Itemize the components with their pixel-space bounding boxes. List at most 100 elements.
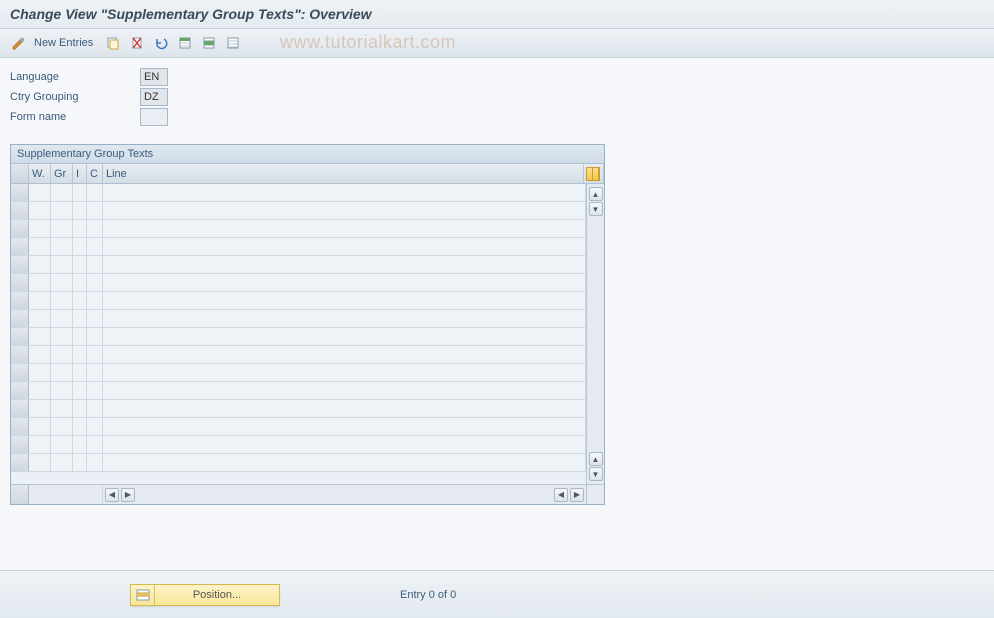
cell-c[interactable] — [87, 364, 103, 381]
cell-c[interactable] — [87, 184, 103, 201]
table-row[interactable] — [11, 346, 586, 364]
table-row[interactable] — [11, 382, 586, 400]
cell-w[interactable] — [29, 184, 51, 201]
cell-c[interactable] — [87, 382, 103, 399]
table-row[interactable] — [11, 202, 586, 220]
table-row[interactable] — [11, 436, 586, 454]
toggle-display-change-icon[interactable] — [8, 33, 28, 53]
cell-i[interactable] — [73, 310, 87, 327]
cell-i[interactable] — [73, 238, 87, 255]
row-selector[interactable] — [11, 202, 29, 219]
cell-line[interactable] — [103, 292, 586, 309]
cell-w[interactable] — [29, 292, 51, 309]
cell-c[interactable] — [87, 346, 103, 363]
vertical-scrollbar[interactable]: ▲ ▼ ▲ ▼ — [586, 184, 604, 484]
table-row[interactable] — [11, 400, 586, 418]
cell-i[interactable] — [73, 346, 87, 363]
scroll-left-icon[interactable]: ◀ — [105, 488, 119, 502]
col-selector[interactable] — [11, 164, 29, 183]
scroll-left-small-icon[interactable]: ◀ — [554, 488, 568, 502]
cell-gr[interactable] — [51, 292, 73, 309]
cell-i[interactable] — [73, 256, 87, 273]
cell-gr[interactable] — [51, 220, 73, 237]
col-gr[interactable]: Gr — [51, 164, 73, 183]
row-selector[interactable] — [11, 400, 29, 417]
row-selector[interactable] — [11, 418, 29, 435]
cell-line[interactable] — [103, 238, 586, 255]
cell-gr[interactable] — [51, 328, 73, 345]
cell-w[interactable] — [29, 454, 51, 471]
cell-c[interactable] — [87, 220, 103, 237]
table-row[interactable] — [11, 454, 586, 472]
select-all-icon[interactable] — [175, 33, 195, 53]
cell-gr[interactable] — [51, 256, 73, 273]
table-row[interactable] — [11, 220, 586, 238]
scroll-right-small-icon[interactable]: ▶ — [121, 488, 135, 502]
scroll-down-icon[interactable]: ▼ — [589, 467, 603, 481]
row-selector[interactable] — [11, 346, 29, 363]
cell-gr[interactable] — [51, 202, 73, 219]
cell-i[interactable] — [73, 400, 87, 417]
cell-c[interactable] — [87, 274, 103, 291]
language-field[interactable] — [140, 68, 168, 86]
scroll-up-icon[interactable]: ▲ — [589, 187, 603, 201]
cell-i[interactable] — [73, 364, 87, 381]
cell-line[interactable] — [103, 274, 586, 291]
table-config-button[interactable] — [584, 164, 604, 183]
cell-w[interactable] — [29, 418, 51, 435]
cell-line[interactable] — [103, 454, 586, 471]
cell-i[interactable] — [73, 274, 87, 291]
table-row[interactable] — [11, 292, 586, 310]
cell-i[interactable] — [73, 418, 87, 435]
cell-i[interactable] — [73, 454, 87, 471]
ctry-grouping-field[interactable] — [140, 88, 168, 106]
row-selector[interactable] — [11, 184, 29, 201]
position-button[interactable]: Position... — [130, 584, 280, 606]
undo-icon[interactable] — [151, 33, 171, 53]
row-selector[interactable] — [11, 256, 29, 273]
cell-w[interactable] — [29, 400, 51, 417]
row-selector[interactable] — [11, 364, 29, 381]
cell-i[interactable] — [73, 184, 87, 201]
cell-i[interactable] — [73, 436, 87, 453]
cell-line[interactable] — [103, 364, 586, 381]
row-selector[interactable] — [11, 310, 29, 327]
cell-c[interactable] — [87, 328, 103, 345]
cell-gr[interactable] — [51, 400, 73, 417]
cell-i[interactable] — [73, 220, 87, 237]
row-selector[interactable] — [11, 382, 29, 399]
cell-c[interactable] — [87, 454, 103, 471]
row-selector[interactable] — [11, 436, 29, 453]
cell-w[interactable] — [29, 382, 51, 399]
cell-gr[interactable] — [51, 436, 73, 453]
cell-gr[interactable] — [51, 274, 73, 291]
col-i[interactable]: I — [73, 164, 87, 183]
table-row[interactable] — [11, 364, 586, 382]
scroll-down-small-icon[interactable]: ▼ — [589, 202, 603, 216]
cell-line[interactable] — [103, 184, 586, 201]
cell-w[interactable] — [29, 364, 51, 381]
table-row[interactable] — [11, 310, 586, 328]
cell-c[interactable] — [87, 400, 103, 417]
cell-w[interactable] — [29, 328, 51, 345]
table-row[interactable] — [11, 238, 586, 256]
row-selector[interactable] — [11, 238, 29, 255]
table-row[interactable] — [11, 418, 586, 436]
cell-w[interactable] — [29, 238, 51, 255]
select-block-icon[interactable] — [199, 33, 219, 53]
cell-gr[interactable] — [51, 364, 73, 381]
cell-gr[interactable] — [51, 310, 73, 327]
deselect-all-icon[interactable] — [223, 33, 243, 53]
cell-c[interactable] — [87, 436, 103, 453]
cell-gr[interactable] — [51, 382, 73, 399]
col-line[interactable]: Line — [103, 164, 584, 183]
cell-line[interactable] — [103, 382, 586, 399]
form-name-field[interactable] — [140, 108, 168, 126]
cell-w[interactable] — [29, 274, 51, 291]
cell-gr[interactable] — [51, 238, 73, 255]
cell-line[interactable] — [103, 310, 586, 327]
table-row[interactable] — [11, 256, 586, 274]
cell-w[interactable] — [29, 220, 51, 237]
cell-i[interactable] — [73, 382, 87, 399]
row-selector[interactable] — [11, 328, 29, 345]
